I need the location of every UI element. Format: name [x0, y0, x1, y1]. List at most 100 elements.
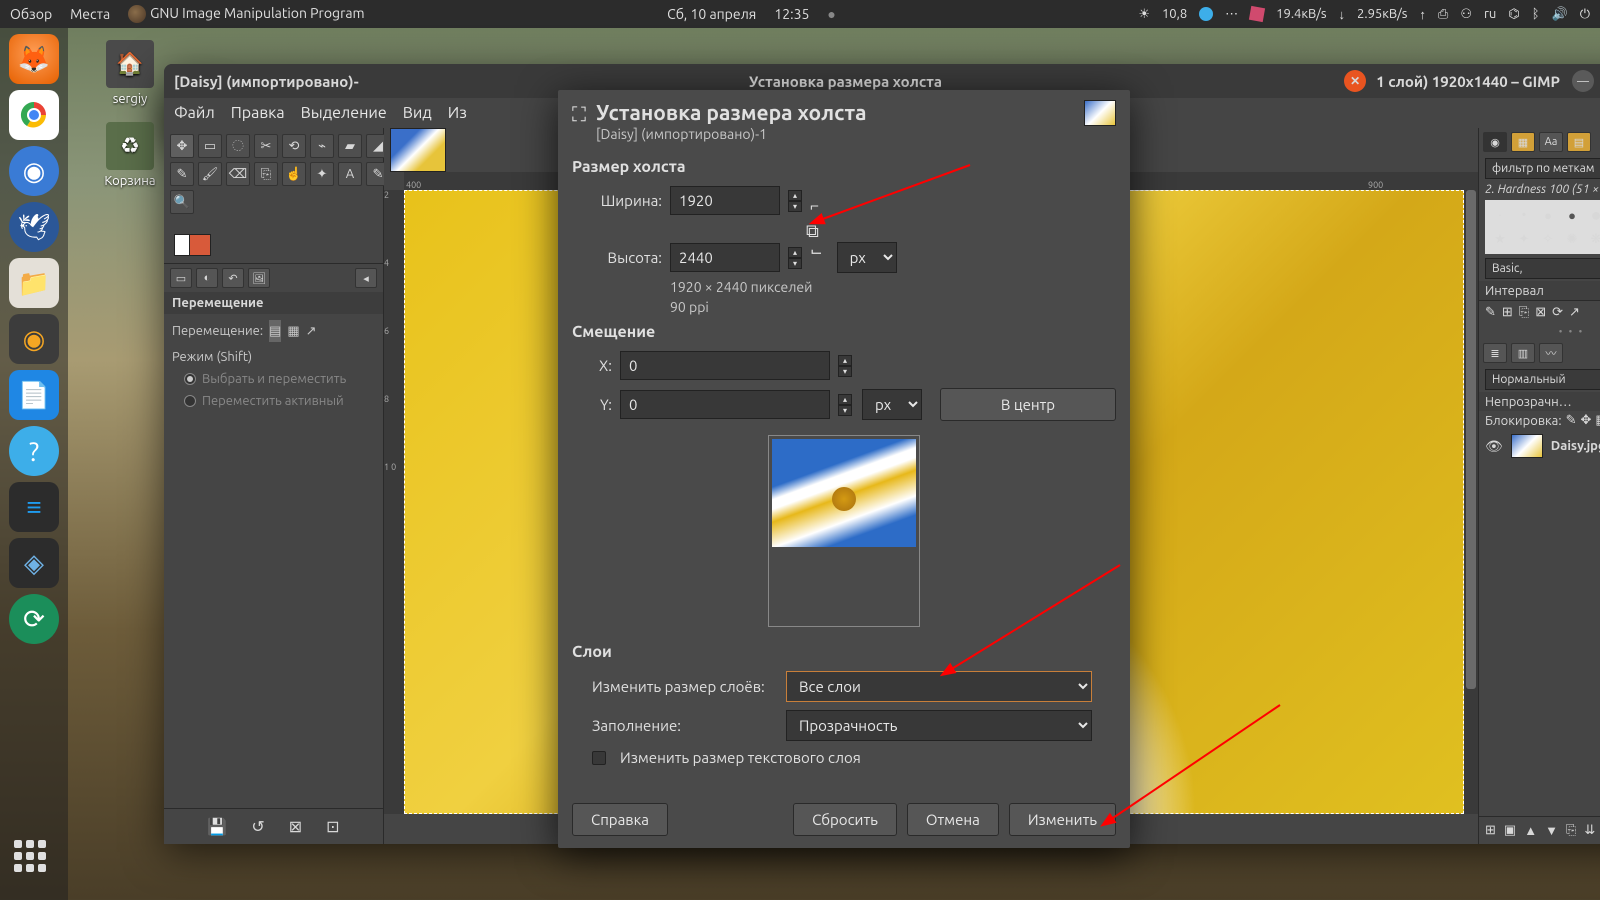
- home-folder[interactable]: 🏠 sergiy: [90, 40, 170, 106]
- show-apps-button[interactable]: [14, 840, 54, 880]
- radio-pick-move[interactable]: Выбрать и переместить: [184, 368, 375, 390]
- brush-preset-combo[interactable]: Basic,: [1485, 258, 1600, 279]
- tab-brushes[interactable]: ◉: [1483, 132, 1507, 152]
- move-mode-sel[interactable]: ▦: [287, 320, 299, 342]
- tab-patterns[interactable]: ▦: [1511, 132, 1535, 152]
- files-icon[interactable]: 📁: [9, 258, 59, 308]
- nav-thumbnail[interactable]: [390, 128, 446, 172]
- y-spin-down[interactable]: ▾: [838, 405, 852, 416]
- power-icon[interactable]: ⏻: [1580, 7, 1590, 22]
- lang-indicator[interactable]: ru: [1484, 7, 1496, 21]
- brush-refresh-icon[interactable]: ⟳: [1552, 305, 1563, 320]
- help-icon[interactable]: ?: [9, 426, 59, 476]
- move-mode-path[interactable]: ↗: [306, 320, 317, 342]
- height-spin-down[interactable]: ▾: [788, 258, 802, 269]
- restore-preset-icon[interactable]: ↺: [251, 817, 264, 836]
- topbar-date[interactable]: Сб, 10 апреля: [667, 6, 756, 22]
- menu-image[interactable]: Из: [448, 104, 467, 122]
- height-spin-up[interactable]: ▴: [788, 247, 802, 258]
- volume-icon[interactable]: 🔊: [1552, 7, 1568, 22]
- tab-history2[interactable]: ▤: [1567, 132, 1591, 152]
- menu-file[interactable]: Файл: [174, 104, 215, 122]
- help-button[interactable]: Справка: [572, 803, 668, 836]
- tab-channels[interactable]: ▥: [1511, 343, 1535, 363]
- chromium-icon[interactable]: ◉: [9, 146, 59, 196]
- tool-rect-select[interactable]: ▭: [198, 134, 222, 158]
- layer-merge-icon[interactable]: ⇊: [1584, 823, 1595, 838]
- width-input[interactable]: [670, 186, 780, 215]
- radio-move-active[interactable]: Переместить активный: [184, 390, 375, 412]
- tray-icon-1[interactable]: ⋯: [1225, 7, 1238, 22]
- layer-row[interactable]: 👁 Daisy.jpg: [1479, 430, 1600, 462]
- brush-del-icon[interactable]: ⊠: [1535, 305, 1546, 320]
- apply-button[interactable]: Изменить: [1009, 803, 1116, 836]
- tool-free-select[interactable]: ◌: [226, 134, 250, 158]
- aspect-chain-icon[interactable]: ⧉: [802, 221, 823, 242]
- a11y-icon[interactable]: ⚇: [1460, 7, 1472, 22]
- app-green-icon[interactable]: ⟳: [9, 594, 59, 644]
- color-swatches[interactable]: [164, 220, 383, 263]
- topbar-places[interactable]: Места: [70, 6, 110, 22]
- tool-path[interactable]: ✦: [310, 162, 334, 186]
- tool-smudge[interactable]: ☝: [282, 162, 306, 186]
- tool-zoom[interactable]: 🔍: [170, 190, 194, 214]
- weather-icon[interactable]: ☀: [1138, 7, 1150, 22]
- y-spin-up[interactable]: ▴: [838, 394, 852, 405]
- x-spin-down[interactable]: ▾: [838, 366, 852, 377]
- vscode-icon[interactable]: ≡: [9, 482, 59, 532]
- x-input[interactable]: [620, 351, 830, 380]
- trash-folder[interactable]: ♻ Корзина: [90, 122, 170, 188]
- topbar-overview[interactable]: Обзор: [10, 6, 52, 22]
- topbar-time[interactable]: 12:35: [774, 6, 809, 22]
- resize-layers-select[interactable]: Все слои: [786, 671, 1092, 702]
- center-button[interactable]: В центр: [940, 388, 1116, 421]
- vertical-scrollbar[interactable]: [1464, 190, 1478, 814]
- brush-new-icon[interactable]: ⊞: [1502, 305, 1513, 320]
- delete-preset-icon[interactable]: ⊠: [289, 817, 302, 836]
- width-spin-up[interactable]: ▴: [788, 190, 802, 201]
- menu-select[interactable]: Выделение: [301, 104, 387, 122]
- brush-grid[interactable]: ·•●●●● ★✦✧✺❋✷✱: [1485, 200, 1600, 254]
- unit-select[interactable]: px: [837, 242, 897, 273]
- height-input[interactable]: [670, 243, 780, 272]
- tab-undo[interactable]: ↶: [222, 268, 244, 288]
- virtualbox-icon[interactable]: ◈: [9, 538, 59, 588]
- cancel-button[interactable]: Отмена: [907, 803, 999, 836]
- panel-grip[interactable]: • • •: [1479, 324, 1600, 339]
- reset-preset-icon[interactable]: ⊡: [326, 817, 339, 836]
- tool-crop[interactable]: ✂: [254, 134, 278, 158]
- move-mode-layer[interactable]: ▤: [269, 320, 281, 342]
- reset-button[interactable]: Сбросить: [793, 803, 897, 836]
- tool-eraser[interactable]: ⌫: [226, 162, 250, 186]
- qbit-icon[interactable]: [1199, 7, 1213, 21]
- offset-unit-select[interactable]: px: [862, 389, 922, 420]
- brush-open-icon[interactable]: ↗: [1569, 305, 1580, 320]
- tool-warp[interactable]: ⌁: [310, 134, 334, 158]
- fill-select[interactable]: Прозрачность: [786, 710, 1092, 741]
- tray-cube-icon[interactable]: [1249, 6, 1265, 22]
- brush-dup-icon[interactable]: ⎘: [1519, 305, 1529, 320]
- firefox-icon[interactable]: 🦊: [9, 34, 59, 84]
- layer-mode[interactable]: Нормальный: [1485, 369, 1600, 390]
- minimize-button[interactable]: —: [1572, 70, 1594, 92]
- lock-alpha-icon[interactable]: ▦: [1595, 413, 1600, 428]
- chrome-icon[interactable]: [9, 90, 59, 140]
- menu-view[interactable]: Вид: [403, 104, 432, 122]
- layer-name[interactable]: Daisy.jpg: [1551, 439, 1600, 453]
- lock-pos-icon[interactable]: ✥: [1580, 413, 1591, 428]
- tab-paths[interactable]: 〰: [1539, 343, 1563, 363]
- y-input[interactable]: [620, 390, 830, 419]
- network-icon[interactable]: ⌬: [1508, 7, 1519, 22]
- bluetooth-icon[interactable]: ᛒ: [1532, 7, 1540, 21]
- width-spin-down[interactable]: ▾: [788, 201, 802, 212]
- layer-new-icon[interactable]: ⊞: [1485, 823, 1496, 838]
- resize-text-checkbox[interactable]: [592, 751, 606, 765]
- layer-down-icon[interactable]: ▼: [1545, 823, 1558, 838]
- printer-icon[interactable]: ⎙: [1438, 7, 1448, 22]
- layer-group-icon[interactable]: ▣: [1504, 823, 1516, 838]
- tab-menu-icon[interactable]: ◂: [355, 268, 377, 288]
- rhythmbox-icon[interactable]: ◉: [9, 314, 59, 364]
- tool-transform[interactable]: ⟲: [282, 134, 306, 158]
- x-spin-up[interactable]: ▴: [838, 355, 852, 366]
- tab-device[interactable]: ◐: [196, 268, 218, 288]
